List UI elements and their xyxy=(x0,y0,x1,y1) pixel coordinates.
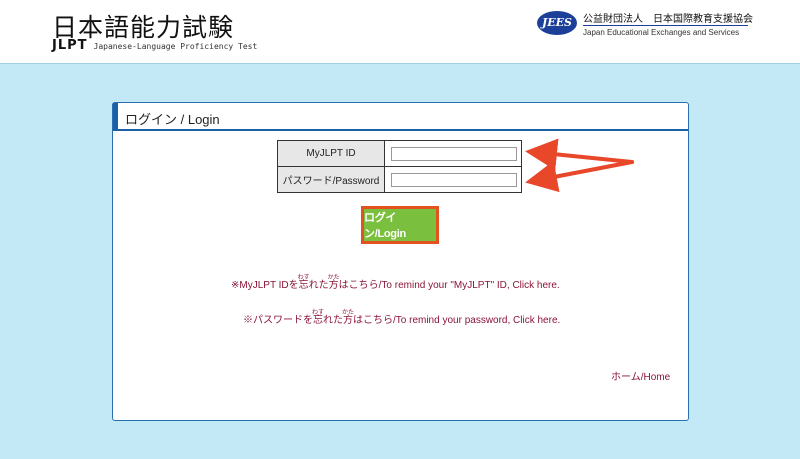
password-label: パスワード/Password xyxy=(277,166,385,193)
remind-password-kanji-forget: 忘わす xyxy=(312,310,324,326)
remind-id-prefix: ※MyJLPT IDを xyxy=(231,280,299,291)
remind-password-ruby2: かた xyxy=(342,310,355,316)
org-name-jp: 公益財団法人 日本国際教育支援協会 xyxy=(583,14,753,25)
org-name-divider xyxy=(583,25,748,26)
remind-password-link[interactable]: ※パスワードを忘わすれた方かたはこちら/To remind your passw… xyxy=(243,310,560,326)
remind-password-kanji-person: 方かた xyxy=(342,310,354,326)
remind-password-prefix: ※パスワードを xyxy=(243,315,313,326)
jlpt-logo-subtitle: Japanese-Language Proficiency Test xyxy=(93,42,258,51)
org-name-en: Japan Educational Exchanges and Services xyxy=(583,28,740,37)
remind-id-kanji-forget: 忘わす xyxy=(298,275,310,291)
password-input[interactable] xyxy=(391,172,517,187)
jlpt-logo-abbr: JLPT xyxy=(52,38,88,53)
id-row: MyJLPT ID xyxy=(277,140,522,167)
remind-password-mid: れた xyxy=(323,315,343,326)
remind-id-kanji-person: 方かた xyxy=(328,275,340,291)
remind-id-suffix: はこちら/To remind your "MyJLPT" ID, Click h… xyxy=(338,280,560,291)
password-row: パスワード/Password xyxy=(277,166,522,193)
remind-id-ruby1: わす xyxy=(297,275,310,281)
jees-logo-badge: JEES xyxy=(537,11,577,35)
login-button[interactable]: ログイン/Login xyxy=(361,206,439,244)
jlpt-logo-subline: JLPT Japanese-Language Proficiency Test xyxy=(52,38,257,53)
remind-id-link[interactable]: ※MyJLPT IDを忘わすれた方かたはこちら/To remind your "… xyxy=(231,275,560,291)
site-header: 日本語能力試験 JLPT Japanese-Language Proficien… xyxy=(0,0,800,64)
login-panel-header: ログイン / Login xyxy=(113,103,688,131)
remind-password-suffix: はこちら/To remind your password, Click here… xyxy=(353,315,561,326)
login-panel: ログイン / Login MyJLPT ID パスワード/Password ログ… xyxy=(112,102,689,421)
panel-title-accent xyxy=(113,103,118,131)
remind-id-mid: れた xyxy=(308,280,329,291)
id-label: MyJLPT ID xyxy=(277,140,385,167)
home-link[interactable]: ホーム/Home xyxy=(611,368,670,383)
myjlpt-id-input[interactable] xyxy=(391,146,517,161)
login-form-table: MyJLPT ID パスワード/Password xyxy=(277,140,522,193)
password-field-cell xyxy=(384,166,522,193)
remind-id-ruby2: かた xyxy=(327,275,340,281)
login-panel-title: ログイン / Login xyxy=(125,112,220,127)
id-field-cell xyxy=(384,140,522,167)
remind-password-ruby1: わす xyxy=(312,310,325,316)
